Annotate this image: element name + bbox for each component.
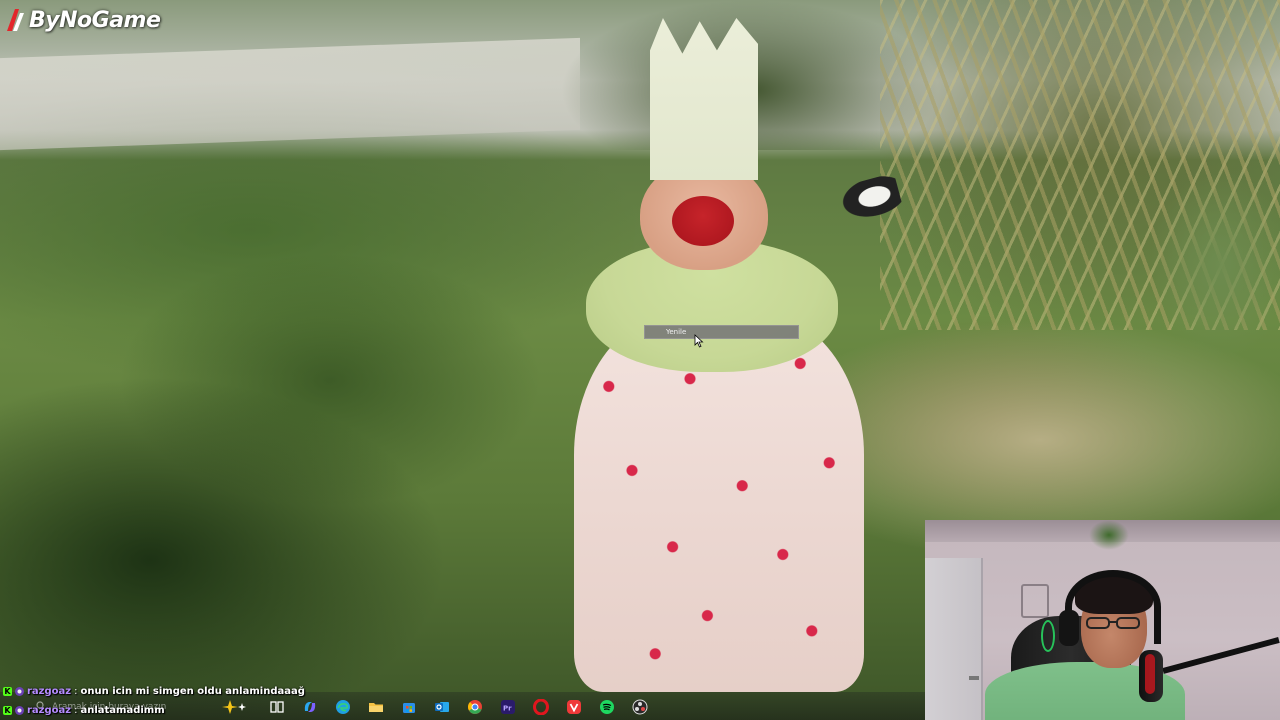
chat-separator: :	[74, 704, 78, 716]
chat-text: anlatamadimm	[80, 704, 165, 716]
chrome-icon[interactable]	[466, 698, 484, 716]
chat-username[interactable]: razgoaz	[27, 705, 71, 716]
subscriber-badge-icon	[15, 705, 24, 715]
edge-icon[interactable]	[334, 698, 352, 716]
chat-text: onun icin mi simgen oldu anlamindaaağ	[80, 685, 305, 697]
chair-logo	[1041, 620, 1055, 652]
vivaldi-icon[interactable]	[565, 698, 583, 716]
clown-nose	[672, 196, 734, 246]
bush	[1150, 170, 1280, 360]
refresh-label: Yenile	[666, 328, 687, 336]
microphone-light	[1145, 654, 1155, 694]
headphone-earcup	[1059, 610, 1079, 646]
file-explorer-icon[interactable]	[367, 698, 385, 716]
task-view-icon[interactable]	[268, 698, 286, 716]
mic-arm	[1162, 637, 1280, 674]
search-highlight-icon	[220, 698, 256, 716]
spotify-icon[interactable]	[598, 698, 616, 716]
chat-separator: :	[74, 685, 78, 697]
webcam-door	[925, 558, 983, 720]
bynogame-logo-icon	[4, 7, 26, 33]
chat-message: K razgoaz : onun icin mi simgen oldu anl…	[3, 684, 305, 698]
microsoft-store-icon[interactable]	[400, 698, 418, 716]
refresh-menu-item[interactable]: Yenile	[644, 325, 799, 339]
kick-badge-icon: K	[3, 686, 12, 696]
door-handle	[969, 676, 979, 680]
webcam-plant	[1089, 520, 1129, 550]
stream-logo: ByNoGame	[4, 5, 161, 35]
subscriber-badge-icon	[15, 686, 24, 696]
kick-badge-icon: K	[3, 705, 12, 715]
obs-icon[interactable]	[631, 698, 649, 716]
opera-icon[interactable]	[532, 698, 550, 716]
copilot-icon[interactable]	[301, 698, 319, 716]
premiere-pro-icon[interactable]: Pr	[499, 698, 517, 716]
glasses	[1086, 617, 1140, 629]
garden-path	[0, 37, 580, 151]
logo-text: ByNoGame	[29, 7, 161, 33]
headphones	[1065, 570, 1161, 644]
outlook-icon[interactable]	[433, 698, 451, 716]
chat-message: K razgoaz : anlatamadimm	[3, 703, 165, 717]
wall-frame	[1021, 584, 1049, 618]
chat-username[interactable]: razgoaz	[27, 686, 71, 697]
clown-hat	[650, 18, 758, 180]
svg-text:Pr: Pr	[503, 705, 512, 713]
mouse-cursor-icon	[694, 333, 704, 348]
webcam-feed	[925, 520, 1280, 720]
